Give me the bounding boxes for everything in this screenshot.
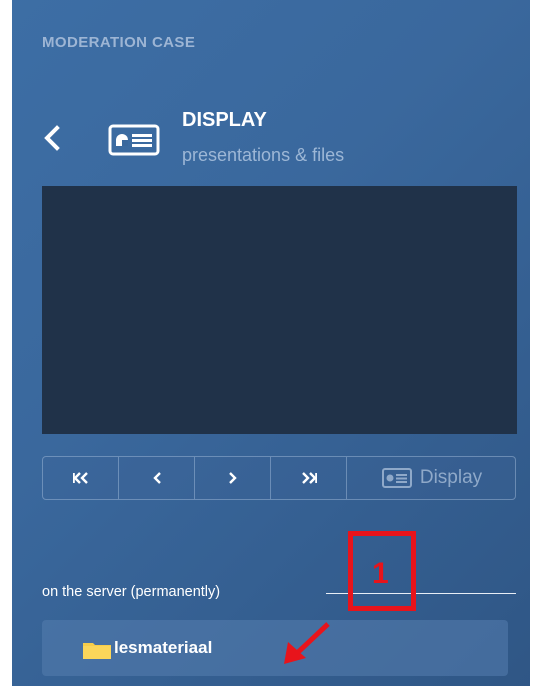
- display-button-label: Display: [419, 467, 483, 488]
- folder-name: lesmateriaal: [114, 638, 213, 657]
- moderation-panel: MODERATION CASE DISPLAY presentations & …: [0, 0, 538, 692]
- last-slide-button[interactable]: [271, 457, 347, 499]
- next-slide-button[interactable]: [195, 457, 271, 499]
- first-slide-button[interactable]: [43, 457, 119, 499]
- annotation-arrow-icon: [284, 622, 330, 664]
- chevron-left-icon: [44, 125, 60, 151]
- display-icon: [381, 468, 412, 488]
- previous-slide-button[interactable]: [119, 457, 195, 499]
- left-edge: [0, 0, 12, 692]
- folder-item[interactable]: lesmateriaal: [42, 620, 508, 676]
- annotation-marker-number: 1: [372, 557, 389, 590]
- display-button[interactable]: Display: [347, 457, 517, 499]
- presentation-controls: Display: [42, 456, 516, 500]
- page-subtitle: presentations & files: [182, 145, 345, 165]
- display-icon: [108, 124, 160, 156]
- chevron-right-icon: [228, 472, 237, 484]
- page-title: DISPLAY: [182, 109, 267, 131]
- back-button[interactable]: [40, 124, 64, 152]
- double-chevron-left-icon: [72, 472, 88, 484]
- chevron-left-icon: [152, 472, 161, 484]
- presentation-preview: [42, 186, 517, 434]
- right-edge: [530, 0, 538, 692]
- folder-icon: [83, 643, 111, 659]
- double-chevron-right-icon: [301, 472, 317, 484]
- server-files-heading: on the server (permanently): [42, 584, 221, 600]
- section-label: MODERATION CASE: [42, 34, 196, 51]
- bottom-edge: [0, 686, 538, 692]
